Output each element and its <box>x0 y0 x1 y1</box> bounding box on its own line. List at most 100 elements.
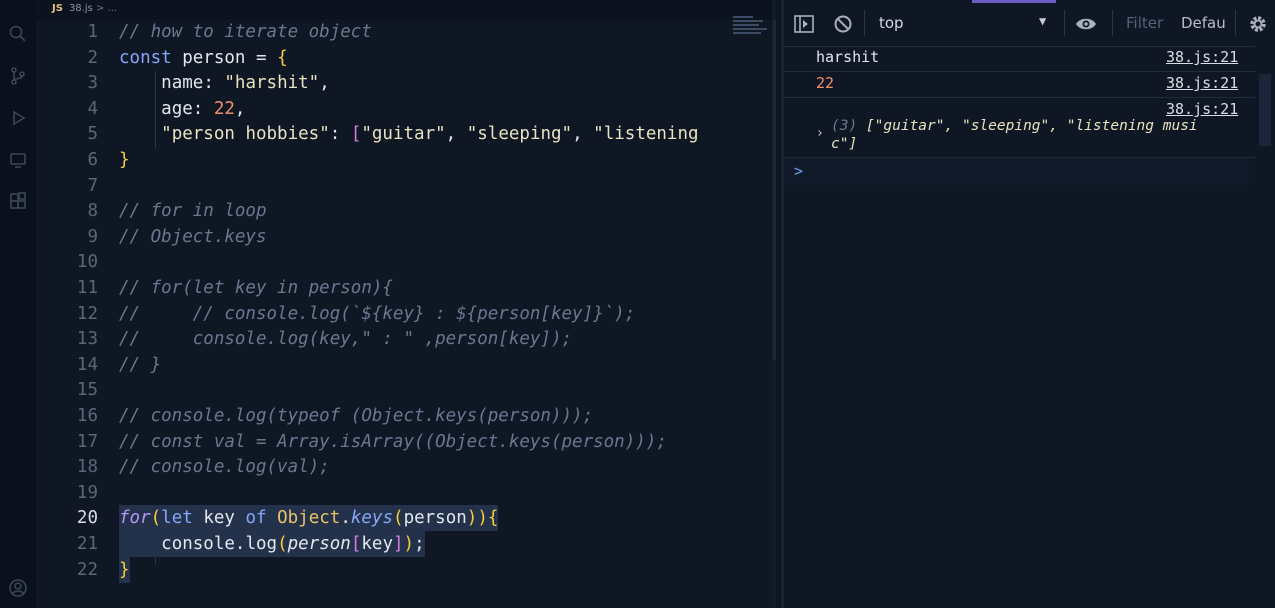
console-message: harshit 38.js:21 <box>784 46 1275 72</box>
line-number: 3 <box>87 73 98 94</box>
line-number: 6 <box>87 150 98 170</box>
line-number: 10 <box>76 252 98 273</box>
code-line[interactable]: 9 // Object.keys <box>36 224 736 250</box>
code-line[interactable]: 21 console.log(person[key]); <box>36 531 736 557</box>
run-debug-icon[interactable] <box>8 108 28 128</box>
code-line[interactable]: 20 for(let key of Object.keys(person)){ <box>36 505 736 532</box>
code-text: age: 22, <box>161 98 246 119</box>
line-number: 8 <box>87 201 98 222</box>
code-line[interactable]: 10 <box>36 249 736 275</box>
line-number: 11 <box>76 278 98 298</box>
remote-explorer-icon[interactable] <box>8 150 28 170</box>
source-link[interactable]: 38.js:21 <box>1166 74 1238 92</box>
code-text: // console.log(typeof (Object.keys(perso… <box>119 406 594 426</box>
console-toolbar: top ▼ Filter Defau <box>784 0 1275 47</box>
code-text: "person hobbies": ["guitar", "sleeping",… <box>161 124 699 145</box>
minimap[interactable] <box>733 16 769 46</box>
console-scrollbar-thumb[interactable] <box>1259 74 1271 146</box>
code-text: name: "harshit", <box>161 73 330 94</box>
code-line[interactable]: 11 // for(let key in person){ <box>36 275 736 301</box>
code-line[interactable]: 22} <box>36 556 736 583</box>
source-link[interactable]: 38.js:21 <box>1166 100 1238 118</box>
code-line[interactable]: 1 // how to iterate object <box>36 19 736 45</box>
log-levels-dropdown[interactable]: Defau <box>1181 14 1226 32</box>
gear-icon[interactable] <box>1247 13 1269 35</box>
line-number: 15 <box>76 380 98 401</box>
code-line[interactable]: 7 <box>36 173 736 199</box>
console-message-text: harshit <box>816 48 880 66</box>
line-number: 7 <box>87 175 98 196</box>
code-text: // how to iterate object <box>119 22 372 42</box>
code-line[interactable]: 13 // console.log(key," : " ,person[key])… <box>36 326 736 352</box>
clear-console-icon[interactable] <box>832 13 854 35</box>
code-text: } <box>119 150 130 170</box>
code-text: } <box>119 556 130 583</box>
code-line[interactable]: 2 const person = { <box>36 45 736 71</box>
line-number: 13 <box>76 329 98 350</box>
console-scrollbar[interactable] <box>1255 46 1275 608</box>
code-line[interactable]: 19 <box>36 480 736 506</box>
code-text: const person = { <box>119 47 288 68</box>
search-icon[interactable] <box>8 24 28 44</box>
javascript-file-icon: JS <box>52 3 63 14</box>
console-input[interactable] <box>784 158 1249 185</box>
code-text: // console.log(val); <box>119 457 330 478</box>
line-number: 9 <box>87 226 98 247</box>
source-control-icon[interactable] <box>8 66 28 86</box>
devtools-console: top ▼ Filter Defau harshit 38.js:21 22 3… <box>784 0 1275 608</box>
editor-scrollbar-thumb[interactable] <box>773 20 776 360</box>
line-number: 19 <box>76 482 98 503</box>
breadcrumb[interactable]: JS 38.js > ... <box>52 3 117 14</box>
breadcrumb-symbol[interactable]: ... <box>108 3 118 14</box>
code-line[interactable]: 12 // // console.log(`${key} : ${person[k… <box>36 301 736 327</box>
code-editor[interactable]: JS 38.js > ... 1 // how to iterate object 2… <box>36 0 776 608</box>
activity-bar <box>0 0 36 608</box>
breadcrumb-bar: JS 38.js > ... <box>36 0 776 20</box>
code-line[interactable]: 14 // } <box>36 352 736 378</box>
code-line[interactable]: 18 // console.log(val); <box>36 454 736 480</box>
sidebar-toggle-icon[interactable] <box>793 13 815 35</box>
context-selector[interactable]: top <box>879 14 904 32</box>
console-message-number: 22 <box>816 74 835 92</box>
console-message: 38.js:21 › (3) ["guitar", "sleeping", "l… <box>784 98 1275 158</box>
code-line[interactable]: 16 // console.log(typeof (Object.keys(per… <box>36 403 736 429</box>
source-link[interactable]: 38.js:21 <box>1166 48 1238 66</box>
line-number: 12 <box>76 303 98 324</box>
array-preview[interactable]: (3) ["guitar", "sleeping", "listening mu… <box>831 118 1231 134</box>
line-number: 14 <box>76 354 98 375</box>
code-text: // for(let key in person){ <box>119 278 393 298</box>
code-line[interactable]: 15 <box>36 377 736 403</box>
filter-input[interactable]: Filter <box>1126 14 1163 32</box>
eye-icon[interactable] <box>1075 13 1097 35</box>
caret-down-icon[interactable]: ▼ <box>1039 14 1046 28</box>
active-tab-indicator <box>972 0 1056 3</box>
code-line[interactable]: 3 name: "harshit", <box>36 70 736 96</box>
code-line[interactable]: 17 // const val = Array.isArray((Object.k… <box>36 429 736 455</box>
code-text: // } <box>119 354 162 375</box>
console-prompt-icon: > <box>794 162 804 180</box>
code-text: // for in loop <box>119 201 267 222</box>
line-number: 4 <box>87 98 98 119</box>
code-line[interactable]: 5 "person hobbies": ["guitar", "sleeping… <box>36 121 736 147</box>
code-line[interactable]: 8 // for in loop <box>36 198 736 224</box>
code-line[interactable]: 6} <box>36 147 736 173</box>
line-number: 5 <box>87 124 98 145</box>
breadcrumb-file[interactable]: 38.js <box>69 3 93 14</box>
code-text: // console.log(key," : " ,person[key]); <box>119 329 573 350</box>
line-number: 20 <box>76 508 98 529</box>
account-icon[interactable] <box>8 578 28 598</box>
array-preview-wrap: c"] <box>831 136 858 152</box>
line-number: 18 <box>76 457 98 478</box>
code-text: // Object.keys <box>119 226 267 247</box>
code-text: for(let key of Object.keys(person)){ <box>119 505 499 532</box>
line-number: 21 <box>76 534 98 554</box>
expand-arrow-icon[interactable]: › <box>816 126 824 141</box>
code-line[interactable]: 4 age: 22, <box>36 96 736 122</box>
line-number: 2 <box>87 47 98 68</box>
editor-scrollbar[interactable] <box>772 0 776 608</box>
code-text: // // console.log(`${key} : ${person[key… <box>119 303 636 324</box>
extensions-icon[interactable] <box>8 192 28 212</box>
line-number: 1 <box>87 22 98 42</box>
chevron-right-icon: > <box>96 3 105 14</box>
console-message: 22 38.js:21 <box>784 72 1275 98</box>
